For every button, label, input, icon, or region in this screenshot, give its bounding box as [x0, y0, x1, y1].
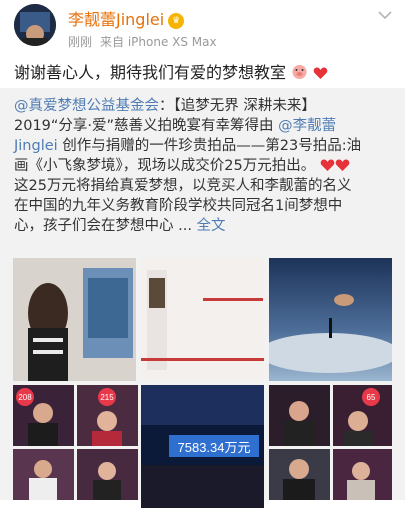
heart-icon [320, 159, 335, 171]
post-source: 来自 iPhone XS Max [100, 35, 217, 49]
photo-event-6[interactable] [77, 449, 138, 500]
photo-painting-artist[interactable] [13, 258, 136, 381]
repost-text: @真爱梦想公益基金会：【追梦无界 深耕未来】 2019“分享·爱”慈善义拍晚宴有… [14, 96, 396, 236]
photo-event-1[interactable]: 208 [13, 385, 74, 446]
photo-event-8[interactable] [333, 449, 392, 500]
repost-line-5: 这25万元将捐给真爱梦想，以竞买人和李靓蕾的名义 [14, 178, 352, 194]
repost-line-7: 心，孩子们会在梦想中心 ... 全文 [14, 218, 226, 234]
paddle-label: 215 [100, 393, 114, 402]
repost-line-2: 2019“分享·爱”慈善义拍晚宴有幸筹得由 @李靓蕾 [14, 118, 337, 134]
banner-amount: 7583.34万元 [178, 440, 251, 455]
repost-line-3: Jinglei 创作与捐赠的一件珍贵拍品——第23号拍品:油 [14, 138, 362, 154]
repost-card[interactable]: @真爱梦想公益基金会：【追梦无界 深耕未来】 2019“分享·爱”慈善义拍晚宴有… [0, 88, 405, 508]
heart-icon [313, 67, 328, 79]
username[interactable]: 李靓蕾Jinglei ♛ [68, 6, 185, 30]
photo-certificate[interactable] [141, 258, 264, 381]
chevron-down-icon[interactable] [377, 8, 393, 22]
avatar-image [14, 4, 56, 46]
post-header: 李靓蕾Jinglei ♛ 刚刚 来自 iPhone XS Max [0, 0, 405, 56]
paddle-label: 65 [367, 393, 376, 402]
repost-line-6: 在中国的九年义务教育阶段学校共同冠名1间梦想中 [14, 198, 343, 214]
heart-icon [335, 159, 350, 171]
mention-link-cont[interactable]: Jinglei [14, 138, 58, 154]
repost-line-1: @真爱梦想公益基金会：【追梦无界 深耕未来】 [14, 98, 316, 114]
post-meta: 刚刚 来自 iPhone XS Max [68, 33, 217, 50]
vip-badge-icon: ♛ [168, 13, 185, 29]
photo-event-2[interactable]: 215 [77, 385, 138, 446]
post-time: 刚刚 [68, 35, 93, 49]
photo-painting-dream[interactable] [269, 258, 392, 381]
photo-event-4[interactable]: 65 [333, 385, 392, 446]
read-more-link[interactable]: 全文 [197, 218, 226, 234]
mention-link[interactable]: @李靓蕾 [278, 118, 336, 134]
avatar[interactable] [14, 4, 56, 46]
photo-event-3[interactable] [269, 385, 330, 446]
pig-emoji-icon [292, 65, 307, 79]
photo-event-5[interactable] [13, 449, 74, 500]
post-text: 谢谢善心人，期待我们有爱的梦想教室 [14, 59, 394, 83]
photo-event-7[interactable] [269, 449, 330, 500]
paddle-label: 208 [18, 393, 32, 402]
photo-stage-banner[interactable]: 7583.34万元 [141, 385, 264, 508]
repost-author-link[interactable]: @真爱梦想公益基金会 [14, 98, 159, 114]
repost-line-4: 画《小飞象梦境》，现场以成交价25万元拍出。 [14, 156, 396, 176]
